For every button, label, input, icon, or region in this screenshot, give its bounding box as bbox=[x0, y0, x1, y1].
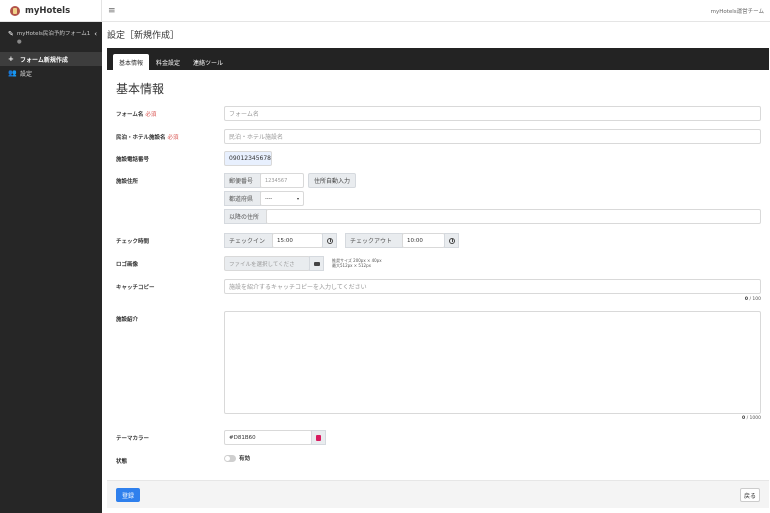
back-button[interactable]: 戻る bbox=[740, 488, 760, 502]
sidebar-item-label: 設定 bbox=[20, 70, 33, 78]
clock-icon[interactable] bbox=[444, 233, 459, 248]
sidebar-item-label: フォーム新規作成 bbox=[20, 56, 68, 64]
sidebar-form-selector[interactable]: ✎ myHotels民泊予約フォーム1 ● ‹ bbox=[0, 22, 102, 52]
tab-bar: 基本情報 料金設定 連絡ツール bbox=[107, 48, 769, 70]
facility-name-input[interactable]: 民泊・ホテル施設名 bbox=[224, 129, 761, 144]
tab-basic-info[interactable]: 基本情報 bbox=[113, 54, 150, 70]
settings-card: 基本情報 料金設定 連絡ツール 基本情報 フォーム名 必須 フォーム名 民泊・ホテ… bbox=[107, 48, 769, 508]
phone-input[interactable]: 09012345678 bbox=[224, 151, 272, 166]
status-label: 状態 bbox=[116, 459, 128, 465]
hamburger-icon[interactable]: ≡ bbox=[108, 6, 116, 16]
brand-bar[interactable]: myHotels bbox=[0, 0, 102, 22]
section-title: 基本情報 bbox=[116, 82, 165, 96]
form-footer: 登録 戻る bbox=[107, 480, 769, 508]
submit-button[interactable]: 登録 bbox=[116, 488, 140, 502]
check-time-label: チェック時間 bbox=[116, 239, 150, 245]
sidebar-item-settings[interactable]: 👥 設定 bbox=[0, 66, 102, 80]
logo-size-hint: 推奨サイズ 200px × 40px 最大512px × 512px bbox=[332, 258, 382, 268]
postal-code-addon: 郵便番号 bbox=[224, 173, 261, 188]
plus-icon: + bbox=[8, 55, 14, 63]
prefecture-select[interactable]: ---- ▾ bbox=[260, 191, 304, 206]
sidebar: myHotels ✎ myHotels民泊予約フォーム1 ● ‹ + フォーム新… bbox=[0, 0, 102, 513]
hotel-logo-icon bbox=[10, 5, 20, 16]
catch-copy-input[interactable]: 施設を紹介するキャッチコピーを入力してください bbox=[224, 279, 761, 294]
checkin-addon: チェックイン bbox=[224, 233, 273, 248]
sidebar-form-title: myHotels民泊予約フォーム1 ● bbox=[16, 31, 91, 45]
clock-icon[interactable] bbox=[322, 233, 337, 248]
facility-name-label: 民泊・ホテル施設名 必須 bbox=[116, 135, 179, 141]
catch-copy-label: キャッチコピー bbox=[116, 285, 155, 291]
address-label: 施設住所 bbox=[116, 179, 139, 185]
team-menu[interactable]: myHotels運営チーム bbox=[711, 7, 764, 15]
logo-label: ロゴ画像 bbox=[116, 262, 139, 268]
intro-label: 施設紹介 bbox=[116, 317, 139, 323]
color-swatch-icon[interactable] bbox=[311, 430, 326, 445]
form-name-label: フォーム名 必須 bbox=[116, 112, 157, 118]
form-name-input[interactable]: フォーム名 bbox=[224, 106, 761, 121]
caret-down-icon: ▾ bbox=[296, 196, 299, 201]
status-toggle[interactable] bbox=[224, 455, 236, 462]
checkout-addon: チェックアウト bbox=[345, 233, 403, 248]
theme-color-label: テーマカラー bbox=[116, 436, 150, 442]
checkin-time-input[interactable]: 15:00 bbox=[272, 233, 323, 248]
top-bar: ≡ myHotels運営チーム bbox=[102, 0, 770, 22]
folder-icon[interactable] bbox=[309, 256, 324, 271]
users-icon: 👥 bbox=[8, 69, 17, 77]
intro-textarea[interactable] bbox=[224, 311, 761, 414]
status-toggle-label: 有効 bbox=[239, 456, 251, 462]
rest-address-addon: 以降の住所 bbox=[224, 209, 267, 224]
tab-pricing[interactable]: 料金設定 bbox=[150, 54, 186, 70]
tab-contact-tools[interactable]: 連絡ツール bbox=[187, 54, 229, 70]
address-autofill-button[interactable]: 住所自動入力 bbox=[308, 173, 356, 188]
brand-name: myHotels bbox=[25, 5, 71, 16]
theme-color-input[interactable]: #D81B60 bbox=[224, 430, 312, 445]
postal-code-input[interactable]: 1234567 bbox=[260, 173, 304, 188]
sidebar-item-new-form[interactable]: + フォーム新規作成 bbox=[0, 52, 102, 66]
chevron-left-icon[interactable]: ‹ bbox=[94, 30, 97, 38]
logo-file-input[interactable]: ファイルを選択してくださ bbox=[224, 256, 310, 271]
rest-address-input[interactable] bbox=[266, 209, 761, 224]
page-title: 設定［新規作成］ bbox=[107, 31, 180, 41]
catch-copy-counter: 0 / 100 bbox=[744, 297, 761, 302]
checkout-time-input[interactable]: 10:00 bbox=[402, 233, 445, 248]
phone-label: 施設電話番号 bbox=[116, 157, 150, 163]
intro-counter: 0 / 1000 bbox=[742, 416, 761, 421]
prefecture-addon: 都道府県 bbox=[224, 191, 261, 206]
edit-icon: ✎ bbox=[8, 30, 14, 38]
